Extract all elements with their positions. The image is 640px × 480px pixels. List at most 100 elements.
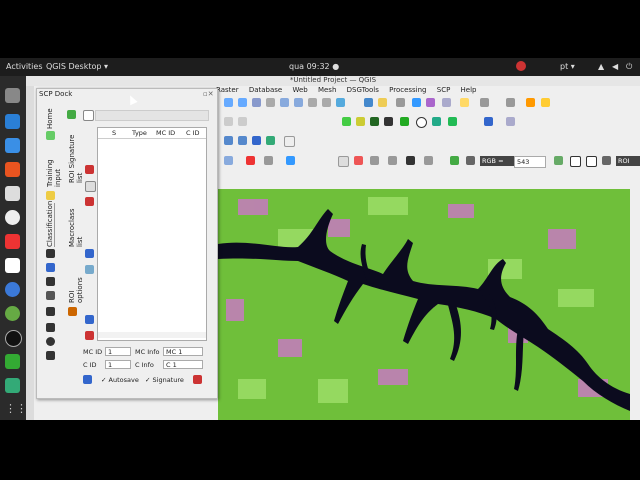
rgb-list-icon[interactable] <box>450 156 459 165</box>
training-file-field[interactable] <box>95 110 209 121</box>
spreadsheet-icon[interactable] <box>5 354 20 369</box>
settings-icon[interactable] <box>46 351 55 360</box>
qgis-icon[interactable] <box>5 306 20 321</box>
signature-calc-icon[interactable] <box>193 375 202 384</box>
graph-icon[interactable] <box>264 156 273 165</box>
preview-icon[interactable] <box>46 277 55 286</box>
c-id-spinbox[interactable]: 1 <box>105 360 131 369</box>
tab-roi-signature-list[interactable]: ROI Signature list <box>68 127 84 183</box>
activities-button[interactable]: Activities <box>6 62 43 71</box>
zoom-layer-icon[interactable] <box>266 98 275 107</box>
rgb-combobox[interactable]: 543 <box>514 156 546 168</box>
merge-icon[interactable] <box>85 181 96 192</box>
obs-icon[interactable] <box>5 330 22 347</box>
export-icon[interactable] <box>85 331 94 340</box>
pin-icon[interactable] <box>526 98 535 107</box>
thunderbird-icon[interactable] <box>5 114 20 129</box>
screenshot-icon[interactable] <box>5 234 20 249</box>
db-icon[interactable] <box>252 136 261 145</box>
annotation-icon[interactable] <box>460 98 469 107</box>
scatter-icon[interactable] <box>85 265 94 274</box>
classification-icon[interactable] <box>46 249 55 258</box>
rect-select-icon[interactable] <box>338 156 349 167</box>
add-layer-icon[interactable] <box>238 136 247 145</box>
document-icon[interactable] <box>5 258 20 273</box>
select-icon[interactable] <box>378 98 387 107</box>
zoom-last-icon[interactable] <box>280 98 289 107</box>
table-icon[interactable] <box>224 156 233 165</box>
volume-icon[interactable]: ◀ <box>612 62 618 71</box>
import-icon[interactable] <box>85 315 94 324</box>
new-training-icon[interactable] <box>83 110 94 121</box>
menu-dsgtools[interactable]: DSGTools <box>347 86 379 94</box>
network-icon[interactable]: ▲ <box>598 62 604 71</box>
folder-icon[interactable] <box>5 138 20 153</box>
mc-id-spinbox[interactable]: 1 <box>105 347 131 356</box>
roi-zoom-icon[interactable] <box>602 156 611 165</box>
power-icon[interactable]: ⏻ <box>626 62 632 72</box>
arc-icon[interactable] <box>570 156 581 167</box>
grid-icon[interactable] <box>432 117 441 126</box>
zoom-next-icon[interactable] <box>294 98 303 107</box>
info-icon[interactable] <box>484 117 493 126</box>
refresh-icon[interactable] <box>336 98 345 107</box>
cross-icon[interactable] <box>406 156 415 165</box>
layers-icon[interactable] <box>400 117 409 126</box>
horizontal-scrollbar[interactable] <box>98 332 206 338</box>
edit-icon[interactable] <box>541 98 550 107</box>
plus-icon[interactable] <box>554 156 563 165</box>
rgb-zoom-icon[interactable] <box>466 156 475 165</box>
roi-point-icon[interactable] <box>354 156 363 165</box>
tab-training-input[interactable]: Training input <box>46 143 62 187</box>
zoom-out-icon[interactable] <box>238 98 247 107</box>
menu-processing[interactable]: Processing <box>389 86 426 94</box>
map-canvas[interactable] <box>218 189 630 420</box>
new-layer-icon[interactable] <box>224 136 233 145</box>
menu-database[interactable]: Database <box>249 86 282 94</box>
files-icon[interactable] <box>5 88 20 103</box>
arc2-icon[interactable] <box>586 156 597 167</box>
col-s[interactable]: S <box>112 129 116 137</box>
dock-float-close-icon[interactable]: ▫✕ <box>203 90 214 98</box>
arrow-icon[interactable] <box>286 156 295 165</box>
col-c-id[interactable]: C ID <box>186 129 200 137</box>
globe-icon[interactable] <box>266 136 275 145</box>
identify-icon[interactable] <box>364 98 373 107</box>
menu-scp[interactable]: SCP <box>437 86 451 94</box>
menu-raster[interactable]: Raster <box>216 86 239 94</box>
save-edits-icon[interactable] <box>238 117 247 126</box>
signature-checkbox[interactable]: ✓ Signature <box>145 376 184 384</box>
window-icon[interactable] <box>506 117 515 126</box>
search-icon[interactable] <box>370 117 379 126</box>
tab-classification[interactable]: Classification <box>46 201 55 247</box>
menu-web[interactable]: Web <box>292 86 307 94</box>
settings-icon[interactable] <box>412 98 421 107</box>
menu-mesh[interactable]: Mesh <box>318 86 336 94</box>
close-tab-icon[interactable] <box>68 307 77 316</box>
open-training-icon[interactable] <box>67 110 76 119</box>
band-set-icon[interactable] <box>46 291 55 300</box>
label-icon[interactable] <box>506 98 515 107</box>
text-icon[interactable] <box>480 98 489 107</box>
help-icon[interactable] <box>5 186 20 201</box>
plugin-icon[interactable] <box>356 117 365 126</box>
reset-icon[interactable] <box>83 375 92 384</box>
postprocess-icon[interactable] <box>46 337 55 346</box>
settings-icon[interactable] <box>5 210 20 225</box>
sum-icon[interactable] <box>426 98 435 107</box>
c-info-field[interactable]: C 1 <box>163 360 203 369</box>
tab-home[interactable]: Home <box>46 105 54 129</box>
delete-icon[interactable] <box>85 197 94 206</box>
app-menu[interactable]: QGIS Desktop ▾ <box>46 62 108 71</box>
target-icon[interactable] <box>416 117 427 128</box>
software-icon[interactable] <box>5 162 20 177</box>
open-icon[interactable] <box>284 136 295 147</box>
cursor-tool-icon[interactable] <box>46 323 55 332</box>
flag-icon[interactable] <box>246 156 255 165</box>
digitize-icon[interactable] <box>224 117 233 126</box>
tab-roi-options[interactable]: ROI options <box>68 263 84 303</box>
tab-macroclass-list[interactable]: Macroclass list <box>68 201 84 247</box>
zoom-full-icon[interactable] <box>252 98 261 107</box>
plot-icon[interactable] <box>85 249 94 258</box>
mc-info-field[interactable]: MC 1 <box>163 347 203 356</box>
